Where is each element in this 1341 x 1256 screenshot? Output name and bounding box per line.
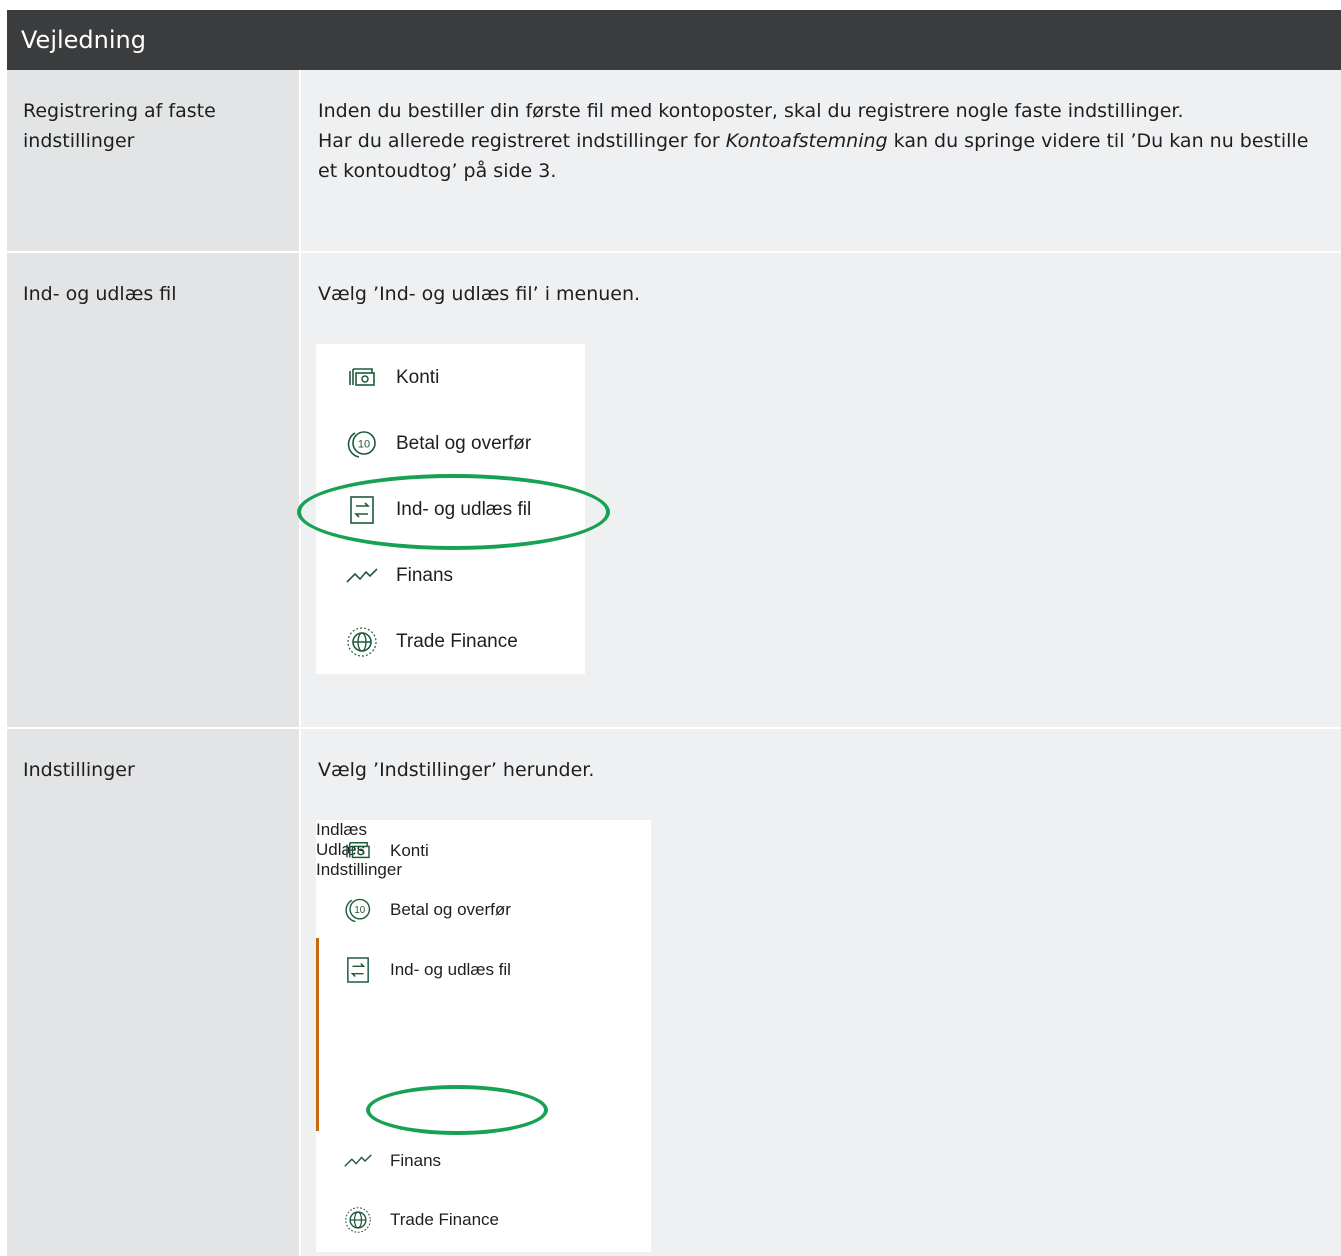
svg-text:10: 10 (354, 905, 365, 916)
accounts-icon (344, 360, 380, 396)
menu-item-finans[interactable]: Finans (342, 1143, 441, 1179)
menu-item-label: Trade Finance (396, 631, 518, 652)
menu-item-konti[interactable]: Konti (342, 833, 429, 869)
instruction-text: Vælg ’Indstillinger’ herunder. (318, 759, 595, 781)
coin-10-icon: 10 (342, 894, 374, 926)
section-content: Inden du bestiller din første fil med ko… (301, 70, 1341, 251)
menu-item-finans[interactable]: Finans (344, 556, 453, 596)
menu-item-label: Trade Finance (390, 1210, 499, 1229)
section-label: Registrering af faste indstillinger (7, 70, 299, 251)
active-section-accent (316, 938, 319, 1131)
menu-item-trade-finance[interactable]: Trade Finance (344, 622, 518, 662)
file-transfer-icon (342, 954, 374, 986)
menu-item-label: Konti (396, 367, 440, 388)
menu-item-label: Ind- og udlæs fil (390, 960, 511, 979)
paragraph: Har du allerede registreret indstillinge… (318, 130, 1309, 182)
section-label: Ind- og udlæs fil (7, 253, 299, 727)
menu-item-label: Betal og overfør (390, 900, 511, 919)
menu-item-label: Betal og overfør (396, 433, 532, 454)
section-ind-og-udlaes: Ind- og udlæs fil Vælg ’Ind- og udlæs fi… (7, 253, 1341, 727)
menu-item-konti[interactable]: Konti (344, 358, 439, 398)
highlight-ellipse (366, 1085, 548, 1135)
trend-line-icon (344, 558, 380, 594)
svg-text:10: 10 (358, 439, 370, 451)
trend-line-icon (342, 1145, 374, 1177)
coin-10-icon: 10 (344, 426, 380, 462)
section-indstillinger: Indstillinger Vælg ’Indstillinger’ herun… (7, 729, 1341, 1256)
page-header: Vejledning (7, 10, 1341, 70)
menu-item-betal[interactable]: 10 Betal og overfør (344, 424, 531, 464)
instruction-text: Vælg ’Ind- og udlæs fil’ i menuen. (318, 283, 641, 305)
menu-item-label: Konti (390, 841, 429, 860)
section-label: Indstillinger (7, 729, 299, 1256)
menu-item-ind-og-udlaes-fil[interactable]: Ind- og udlæs fil (342, 952, 511, 988)
emphasis-text: Kontoafstemning (725, 130, 888, 152)
page-title: Vejledning (21, 26, 146, 54)
menu-item-betal[interactable]: 10 Betal og overfør (342, 892, 511, 928)
menu-item-label: Finans (396, 565, 454, 586)
menu-item-trade-finance[interactable]: Trade Finance (342, 1202, 499, 1238)
menu-screenshot-2: Konti 10 Betal og overfør Ind- og udlæs … (316, 820, 651, 1252)
paragraph: Inden du bestiller din første fil med ko… (318, 100, 1184, 122)
accounts-icon (342, 835, 374, 867)
globe-icon (342, 1204, 374, 1236)
globe-icon (344, 624, 380, 660)
section-registrering: Registrering af faste indstillinger Inde… (7, 70, 1341, 251)
menu-item-label: Finans (390, 1151, 442, 1170)
highlight-ellipse (297, 474, 610, 550)
